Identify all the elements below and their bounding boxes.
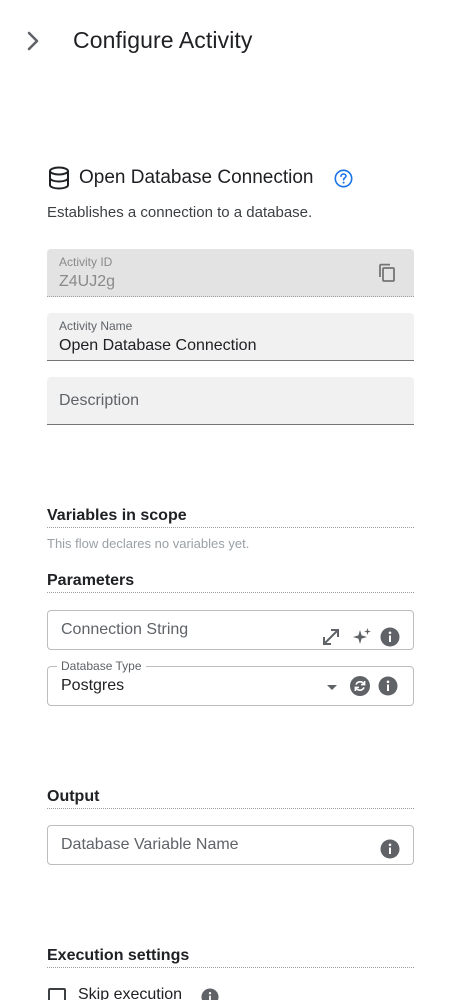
database-variable-name-placeholder: Database Variable Name <box>61 836 239 853</box>
activity-id-field: Activity ID Z4UJ2g <box>47 249 414 297</box>
variables-heading: Variables in scope <box>47 507 414 528</box>
copy-icon[interactable] <box>376 262 398 284</box>
parameters-heading: Parameters <box>47 572 414 593</box>
database-icon <box>48 166 70 190</box>
skip-execution-checkbox[interactable] <box>48 988 66 1000</box>
refresh-icon[interactable] <box>350 676 370 696</box>
activity-id-value: Z4UJ2g <box>59 273 116 290</box>
info-icon[interactable] <box>378 676 398 696</box>
skip-execution-label[interactable]: Skip execution <box>78 986 182 1000</box>
activity-description: Establishes a connection to a database. <box>47 204 313 221</box>
page-title: Configure Activity <box>73 27 253 53</box>
description-placeholder: Description <box>59 392 140 409</box>
activity-id-label: Activity ID <box>59 255 113 269</box>
database-variable-name-field[interactable]: Database Variable Name <box>47 825 414 865</box>
activity-title: Open Database Connection <box>79 167 314 188</box>
description-field[interactable]: Description <box>47 377 414 425</box>
info-icon[interactable] <box>380 627 400 647</box>
connection-string-placeholder: Connection String <box>61 621 189 638</box>
activity-name-value[interactable]: Open Database Connection <box>59 337 256 355</box>
dropdown-arrow-icon[interactable] <box>322 677 342 697</box>
sparkle-icon[interactable] <box>352 627 372 647</box>
database-type-value[interactable]: Postgres <box>61 677 124 695</box>
activity-name-label: Activity Name <box>59 319 133 333</box>
database-type-label: Database Type <box>57 659 146 673</box>
info-icon[interactable] <box>380 839 400 859</box>
info-icon[interactable] <box>201 988 219 1000</box>
execution-settings-heading: Execution settings <box>47 947 414 968</box>
activity-name-field[interactable]: Activity Name Open Database Connection <box>47 313 414 361</box>
output-heading: Output <box>47 788 414 809</box>
expand-icon[interactable] <box>321 627 341 647</box>
configure-activity-panel: Configure Activity Open Database Connect… <box>0 0 470 1000</box>
variables-empty-text: This flow declares no variables yet. <box>47 536 250 551</box>
help-circle-icon[interactable] <box>334 169 353 188</box>
chevron-right-icon[interactable] <box>22 30 44 52</box>
connection-string-field[interactable]: Connection String <box>47 610 414 650</box>
database-type-select[interactable]: Database Type Postgres <box>47 659 414 706</box>
